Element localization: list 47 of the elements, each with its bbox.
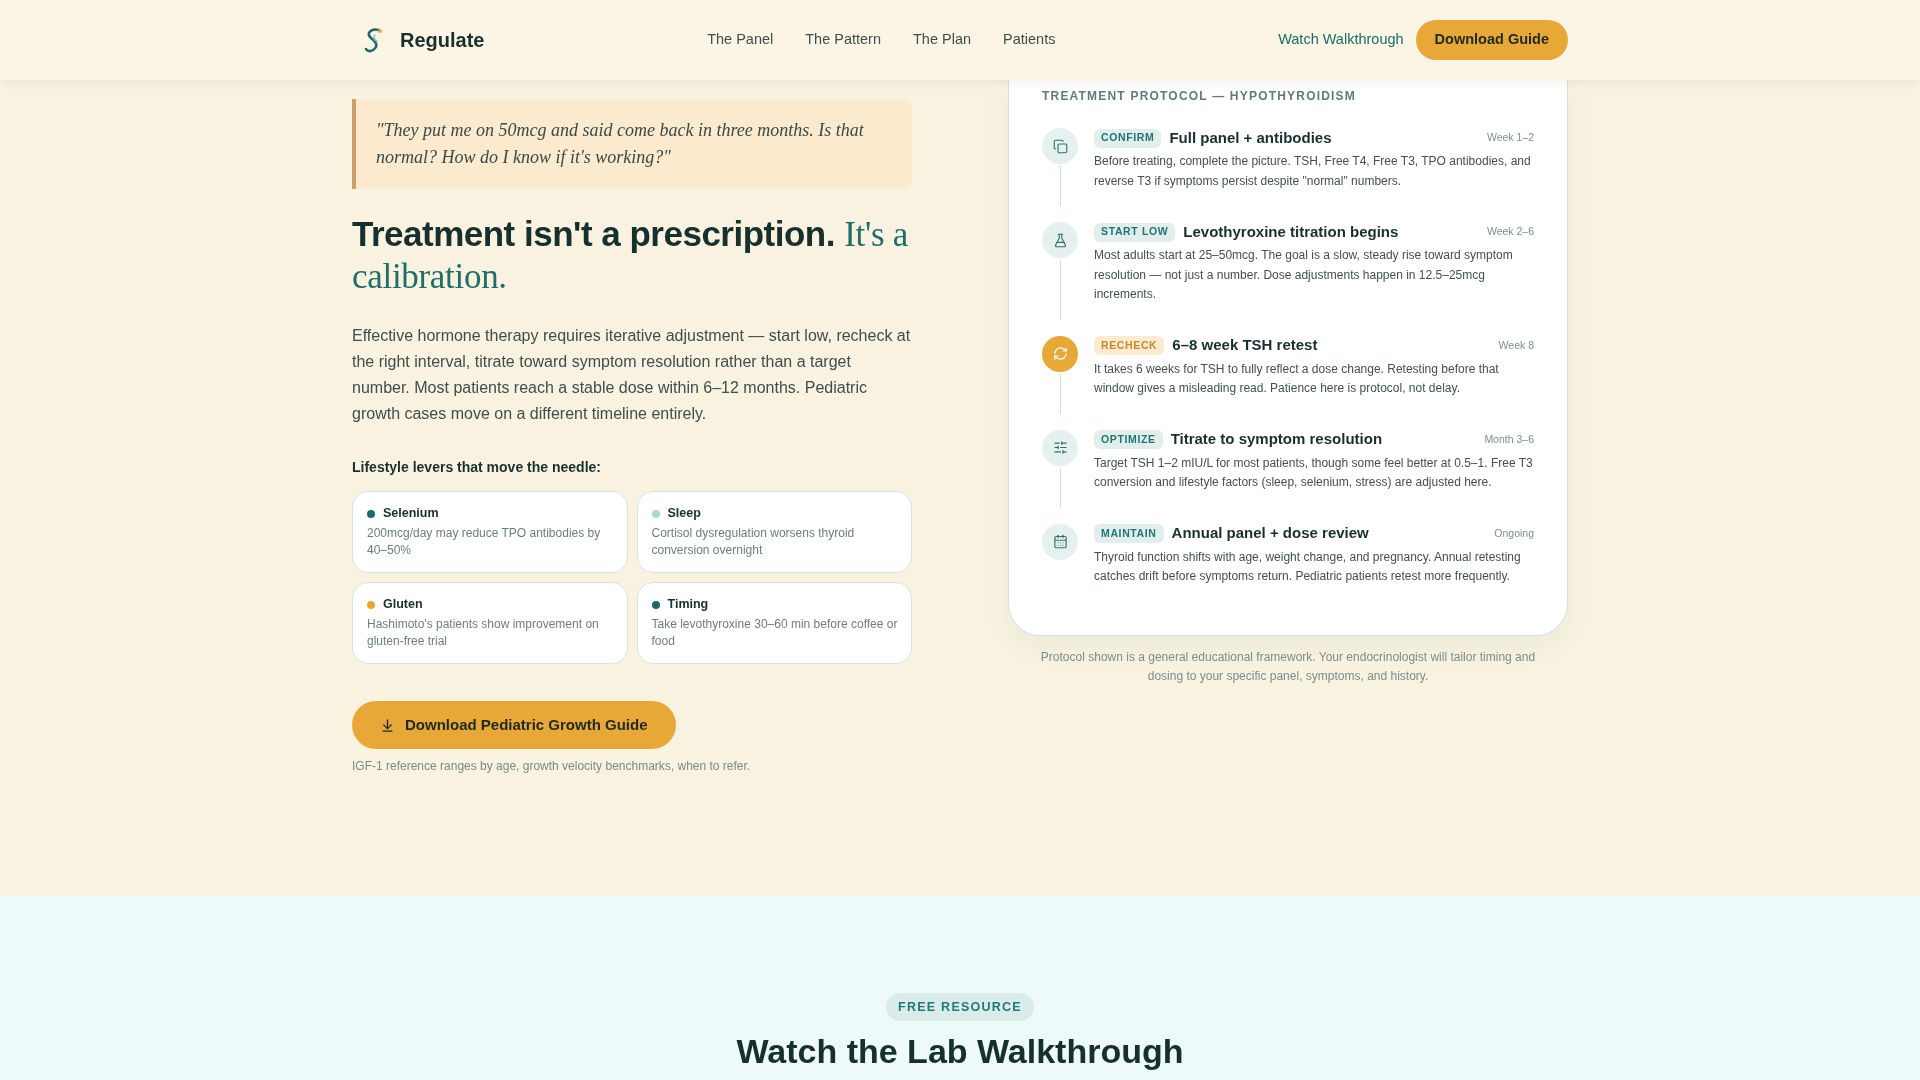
lever-name: Gluten (383, 596, 423, 614)
logo-icon (362, 26, 384, 54)
step-description: Before treating, complete the picture. TSH, Free T4, Free T3, TPO antibodies, and reverse T3 if symptoms persist despite "normal" numbers. (1094, 153, 1532, 190)
step-timing: Month 3–6 (1484, 431, 1534, 447)
nav-link[interactable]: Patients (1003, 29, 1056, 51)
lever-description: 200mcg/day may reduce TPO antibodies by 40–50% (367, 525, 602, 559)
lever-description: Take levothyroxine 30–60 min before coffee or food (651, 616, 899, 650)
step-description: Thyroid function shifts with age, weight change, and pregnancy. Annual retesting catches drift before symptoms return. Pediatric patients retest more frequently. (1094, 548, 1522, 585)
nav-link[interactable]: The Pattern (805, 29, 881, 51)
step-description: It takes 6 weeks for TSH to fully reflect a dose change. Retesting before that window gives a misleading read. Patience here is protocol, not delay. (1094, 360, 1500, 397)
step-tag: START LOW (1094, 222, 1176, 242)
step-description: Most adults start at 25–50mcg. The goal is a slow, steady rise toward symptom resolution — not just a number. Dose adjustments happen in 12.5–25mcg increments. (1094, 247, 1514, 303)
step-tag: CONFIRM (1094, 128, 1162, 148)
step-tag: RECHECK (1094, 336, 1165, 355)
patient-quote: "They put me on 50mcg and said come back in three months. Is that normal? How do I know if it's working?" (352, 99, 912, 189)
step-title: Full panel + antibodies (1169, 127, 1332, 148)
lever-name: Sleep (667, 505, 701, 523)
brand-name: Regulate (400, 28, 485, 53)
lever-name: Timing (667, 596, 709, 614)
levers-title: Lifestyle levers that move the needle: (352, 458, 602, 477)
section-heading: Watch the Lab Walkthrough (736, 1031, 1184, 1071)
lever-name: Selenium (383, 505, 439, 523)
nav-link[interactable]: The Panel (707, 29, 774, 51)
section-heading: Treatment isn't a prescription. It's a calibration. (352, 213, 909, 297)
step-timing: Week 2–6 (1486, 224, 1534, 240)
lever-description: Hashimoto's patients show improvement on gluten-free trial (367, 616, 600, 650)
step-description: Target TSH 1–2 mIU/L for most patients, though some feel better at 0.5–1. Free T3 conversion and lifestyle factors (sleep, selenium, stress) are adjusted here. (1094, 454, 1534, 491)
step-title: 6–8 week TSH retest (1172, 335, 1318, 356)
step-tag: OPTIMIZE (1094, 430, 1163, 449)
step-tag: MAINTAIN (1094, 524, 1164, 543)
walkthrough-link[interactable]: Watch Walkthrough (1278, 29, 1404, 51)
step-title: Levothyroxine titration begins (1183, 221, 1399, 242)
guide-caption: IGF-1 reference ranges by age, growth velocity benchmarks, when to refer. (352, 758, 752, 774)
lever-description: Cortisol dysregulation worsens thyroid conversion overnight (651, 525, 856, 559)
download-growth-guide-button[interactable]: Download Pediatric Growth Guide (352, 701, 676, 749)
step-title: Titrate to symptom resolution (1170, 429, 1383, 450)
step-timing: Ongoing (1494, 525, 1534, 541)
download-icon (380, 717, 395, 733)
intro-paragraph: Effective hormone therapy requires iterative adjustment — start low, recheck at the right interval, titrate toward symptom resolution rather than a target number. Most patients reach a stable dose within 6–12 months. Pediatric growth cases move on a different timeline entirely. (352, 326, 912, 424)
nav-link[interactable]: The Plan (913, 29, 972, 51)
download-guide-button[interactable]: Download Guide (1415, 20, 1568, 60)
free-resource-badge: FREE RESOURCE (886, 993, 1034, 1021)
protocol-footnote: Protocol shown is a general educational framework. Your endocrinologist will tailor timing and dosing to your specific panel, symptoms, and history. (1039, 648, 1537, 685)
step-title: Annual panel + dose review (1171, 523, 1369, 544)
step-timing: Week 8 (1498, 337, 1534, 353)
step-timing: Week 1–2 (1486, 130, 1534, 146)
protocol-title: TREATMENT PROTOCOL — HYPOTHYROIDISM (1042, 89, 1357, 103)
